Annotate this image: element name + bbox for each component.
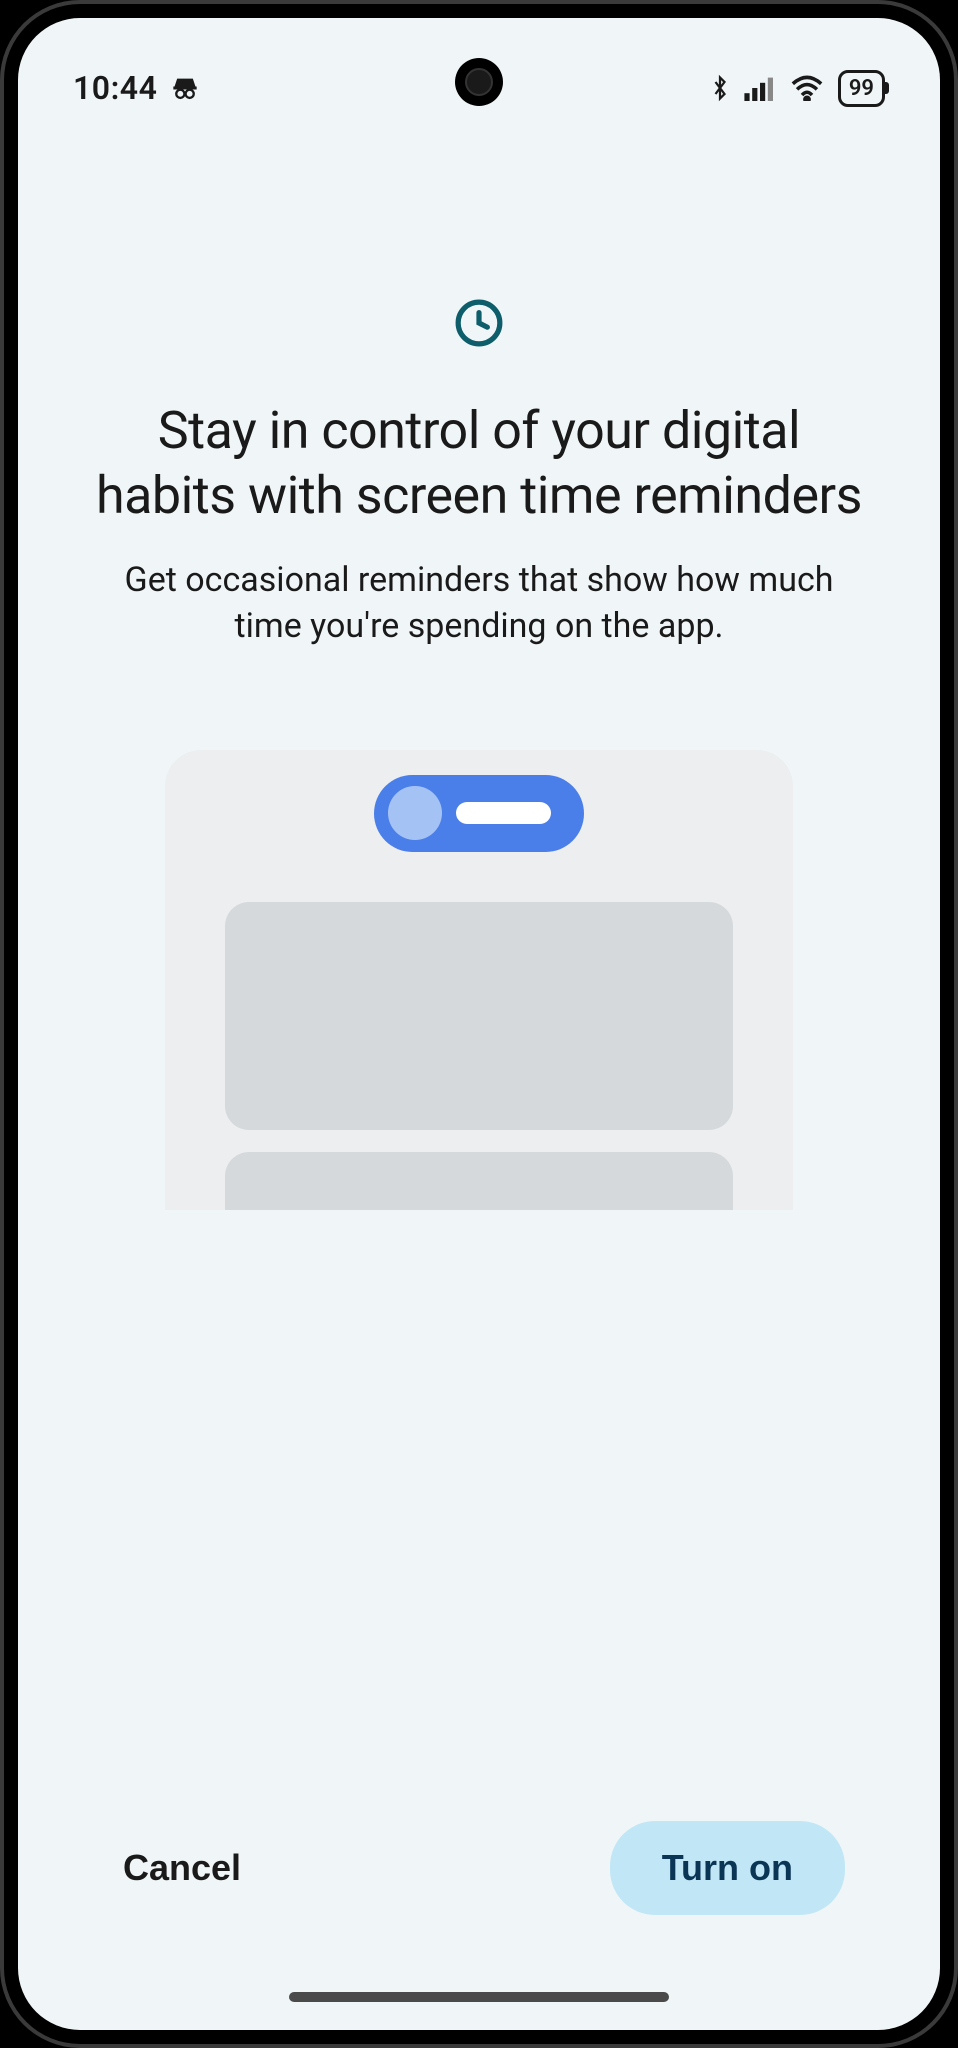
phone-frame: 10:44 — [0, 0, 958, 2048]
status-time: 10:44 — [73, 69, 157, 107]
page-title: Stay in control of your digital habits w… — [88, 398, 870, 528]
phone-screen: 10:44 — [18, 18, 940, 2030]
main-content: Stay in control of your digital habits w… — [18, 118, 940, 1821]
camera-lens — [465, 68, 493, 96]
battery-indicator: 99 — [838, 70, 885, 107]
cellular-signal-icon — [744, 75, 776, 101]
pill-bar — [456, 802, 551, 824]
page-subtitle: Get occasional reminders that show how m… — [88, 558, 870, 650]
content-placeholder-block — [225, 1152, 733, 1210]
wifi-icon — [790, 75, 824, 101]
status-bar-left: 10:44 — [73, 69, 199, 107]
clock-icon — [454, 298, 504, 348]
status-bar-right: 99 — [710, 70, 885, 107]
camera-notch — [455, 58, 503, 106]
incognito-icon — [171, 74, 199, 102]
bluetooth-icon — [710, 73, 730, 103]
content-placeholder-block — [225, 902, 733, 1131]
battery-level: 99 — [849, 76, 874, 101]
home-indicator[interactable] — [289, 1992, 669, 2002]
reminder-pill-illustration — [374, 775, 584, 852]
cancel-button[interactable]: Cancel — [113, 1827, 251, 1909]
turn-on-button[interactable]: Turn on — [610, 1821, 845, 1915]
illustration-card — [165, 750, 793, 1210]
pill-circle — [388, 786, 442, 840]
